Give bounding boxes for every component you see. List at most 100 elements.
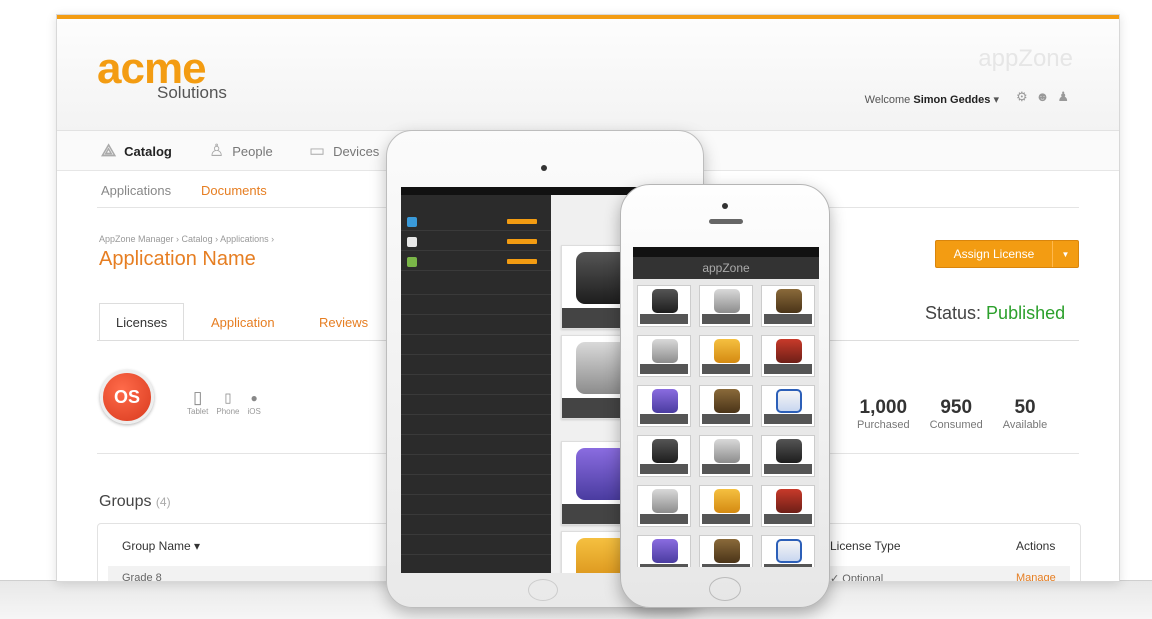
phone-icon: ▯ <box>224 390 232 405</box>
phone-app-cell <box>699 435 753 477</box>
tab-reviews[interactable]: Reviews <box>303 303 384 341</box>
tablet-item <box>401 317 551 335</box>
phone-status-bar <box>633 247 819 257</box>
apple-icon: ● <box>250 391 258 405</box>
nav-people[interactable]: ♙ People <box>209 141 273 161</box>
appzone-brand: appZone <box>978 45 1073 72</box>
subnav-documents[interactable]: Documents <box>201 183 267 198</box>
platform-tablet: ▯ Tablet <box>187 388 209 417</box>
subnav-applications[interactable]: Applications <box>101 183 171 198</box>
stat-purchased-value: 1,000 <box>859 397 908 418</box>
status-text: Status: Published <box>925 303 1065 324</box>
phone-app-cell <box>761 435 815 477</box>
tab-licenses[interactable]: Licenses <box>99 303 185 341</box>
tablet-item <box>401 233 551 251</box>
phone-home-button <box>709 577 741 601</box>
tablet-item <box>401 537 551 555</box>
tablet-item <box>401 277 551 295</box>
phone-app-cell <box>637 385 691 427</box>
phone-device: appZone <box>620 184 830 608</box>
groups-count: (4) <box>155 495 171 509</box>
tablet-item <box>401 337 551 355</box>
phone-app-grid <box>637 285 815 567</box>
subnav-applications-label: Applications <box>101 183 172 198</box>
assign-license-button[interactable]: Assign License ▼ <box>935 240 1079 268</box>
nav-catalog-label: Catalog <box>124 143 172 159</box>
logo-subtitle: Solutions <box>157 83 227 102</box>
stat-consumed: 950 Consumed <box>930 397 983 431</box>
phone-app-cell <box>761 335 815 377</box>
tablet-item <box>401 517 551 535</box>
platform-tablet-label: Tablet <box>187 407 209 416</box>
manage-link[interactable]: Manage <box>1016 572 1056 581</box>
phone-app-cell <box>699 335 753 377</box>
platform-ios-label: iOS <box>247 407 261 416</box>
stat-available: 50 Available <box>1003 397 1047 431</box>
tablet-item <box>401 253 551 271</box>
tablet-item <box>401 397 551 415</box>
users-icon[interactable]: ☻ <box>1036 89 1058 104</box>
phone-camera <box>722 203 728 209</box>
tablet-item <box>401 417 551 435</box>
header: acme Solutions appZone Welcome Simon Ged… <box>57 19 1119 131</box>
stat-available-value: 50 <box>1014 397 1036 418</box>
phone-app-cell <box>761 535 815 567</box>
license-stats: 1,000 Purchased 950 Consumed 50 Availabl… <box>857 397 1047 431</box>
row-license-type: ✓ Optional <box>830 572 883 581</box>
tablet-home-button <box>528 579 558 601</box>
row-group-name: Grade 8 <box>122 572 162 582</box>
tablet-item <box>401 377 551 395</box>
tablet-item <box>401 357 551 375</box>
groups-heading: Groups (4) <box>99 493 171 511</box>
stat-consumed-label: Consumed <box>929 419 983 431</box>
phone-app-cell <box>761 385 815 427</box>
platform-phone: ▯ Phone <box>216 389 239 416</box>
settings-icon[interactable]: ⚙ <box>1016 89 1036 104</box>
assign-license-label: Assign License <box>953 247 1035 261</box>
nav-devices[interactable]: ▭ Devices <box>309 141 379 161</box>
phone-speaker <box>709 219 743 224</box>
tablet-item <box>401 213 551 231</box>
stat-purchased-label: Purchased <box>857 419 910 431</box>
platform-ios: ● iOS <box>248 389 261 416</box>
chevron-down-icon[interactable]: ▼ <box>1052 241 1078 267</box>
page-title: Application Name <box>99 248 256 270</box>
tablet-sidebar <box>401 187 551 573</box>
status-badge: Published <box>986 303 1066 323</box>
tablet-icon: ▯ <box>193 388 203 407</box>
person-icon: ♙ <box>209 141 225 160</box>
nav-devices-label: Devices <box>333 143 380 159</box>
nav-people-label: People <box>232 143 273 159</box>
header-icons: ⚙☻♟ <box>1016 89 1077 105</box>
app-icon: OS <box>100 370 154 424</box>
phone-app-cell <box>637 535 691 567</box>
column-actions: Actions <box>1016 539 1056 553</box>
user-name[interactable]: Simon Geddes <box>913 94 990 106</box>
tablet-camera <box>541 165 547 171</box>
phone-app-cell <box>637 485 691 527</box>
nav-catalog[interactable]: ⟁ Catalog <box>101 141 172 161</box>
welcome-text[interactable]: Welcome Simon Geddes ▾ <box>865 93 999 106</box>
platform-list: ▯ Tablet ▯ Phone ● iOS <box>187 388 261 417</box>
tab-application[interactable]: Application <box>195 303 291 341</box>
status-label: Status: <box>925 303 982 323</box>
stat-purchased: 1,000 Purchased <box>857 397 910 431</box>
profile-icon[interactable]: ♟ <box>1057 89 1077 104</box>
catalog-icon: ⟁ <box>101 141 117 160</box>
phone-app-cell <box>699 485 753 527</box>
phone-app-cell <box>761 285 815 327</box>
welcome-prefix: Welcome <box>864 94 911 106</box>
phone-app-title: appZone <box>633 257 819 279</box>
breadcrumb[interactable]: AppZone Manager › Catalog › Applications… <box>99 234 274 244</box>
phone-app-cell <box>761 485 815 527</box>
subnav-documents-label: Documents <box>201 183 267 198</box>
phone-app-cell <box>637 435 691 477</box>
user-menu-caret[interactable]: ▾ <box>993 94 999 106</box>
phone-app-cell <box>699 285 753 327</box>
column-group-name[interactable]: Group Name ▾ <box>122 539 200 553</box>
groups-title: Groups <box>99 493 152 510</box>
phone-app-cell <box>699 385 753 427</box>
marketing-stage: acme Solutions appZone Welcome Simon Ged… <box>0 0 1152 619</box>
stat-available-label: Available <box>1002 419 1048 431</box>
platform-phone-label: Phone <box>216 407 240 416</box>
